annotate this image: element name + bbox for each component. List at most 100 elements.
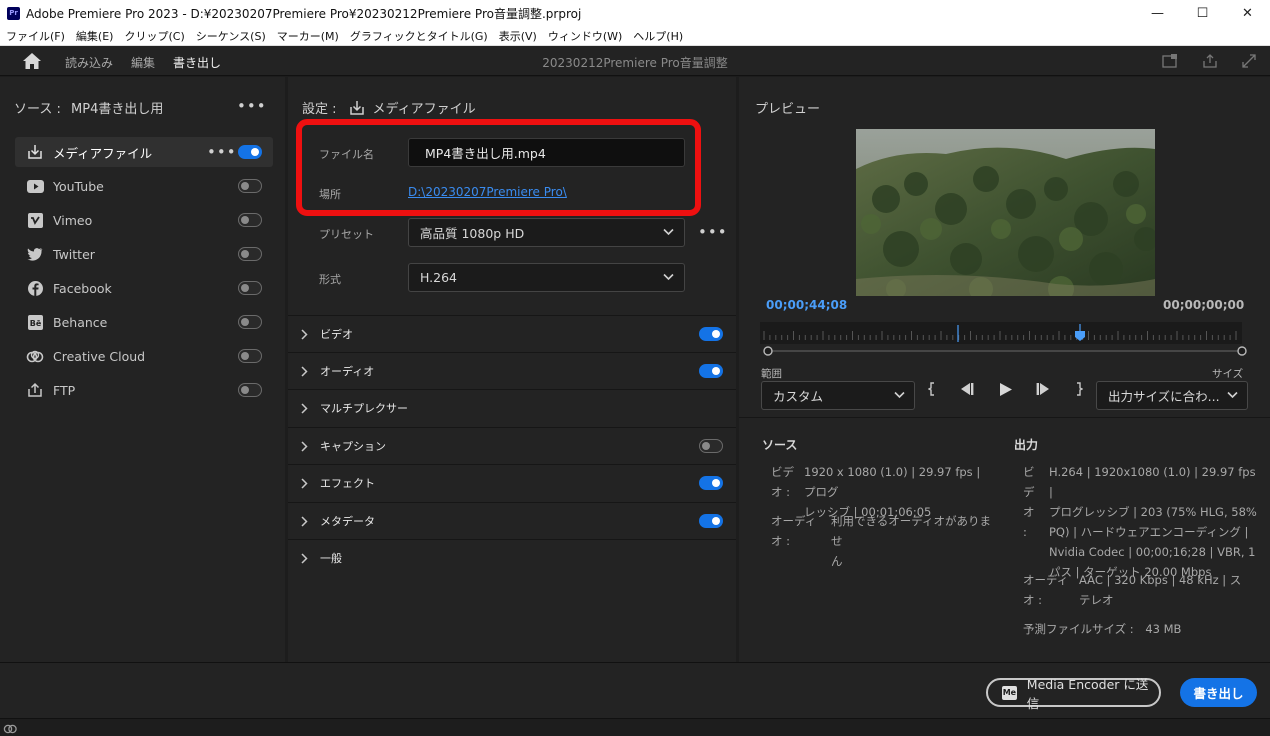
size-select[interactable]: 出力サイズに合わ... — [1096, 381, 1248, 410]
twitter-icon — [26, 246, 44, 262]
section-label: オーディオ — [320, 365, 375, 378]
range-select[interactable]: カスタム — [761, 381, 915, 410]
dest-media-file[interactable]: メディアファイル ••• — [15, 137, 273, 167]
highlight-box — [296, 119, 701, 216]
quick-export-icon[interactable] — [1162, 53, 1178, 69]
chevron-down-icon — [663, 228, 674, 236]
source-more-icon[interactable]: ••• — [237, 99, 267, 114]
timecode-current[interactable]: 00;00;44;08 — [766, 298, 847, 312]
section-label: メタデータ — [320, 515, 375, 528]
section-video[interactable]: ビデオ — [288, 315, 736, 352]
dest-ftp[interactable]: FTP — [15, 375, 273, 405]
dest-toggle[interactable] — [238, 145, 262, 159]
menu-edit[interactable]: 編集(E) — [76, 28, 114, 44]
chevron-right-icon — [301, 440, 313, 452]
media-encoder-icon: Me — [1002, 685, 1017, 700]
close-button[interactable]: ✕ — [1225, 0, 1270, 26]
dest-creative-cloud[interactable]: Creative Cloud — [15, 341, 273, 371]
dest-toggle[interactable] — [238, 315, 262, 329]
dest-youtube[interactable]: YouTube — [15, 171, 273, 201]
chevron-down-icon — [894, 391, 905, 399]
range-value: カスタム — [773, 389, 824, 404]
dest-toggle[interactable] — [238, 247, 262, 261]
section-toggle[interactable] — [699, 364, 723, 378]
source-header: ソース : MP4書き出し用 — [14, 98, 163, 117]
settings-header: 設定 : メディアファイル — [302, 98, 476, 117]
section-effects[interactable]: エフェクト — [288, 464, 736, 501]
range-bar[interactable] — [760, 345, 1250, 357]
section-metadata[interactable]: メタデータ — [288, 502, 736, 539]
step-forward-button[interactable] — [1033, 379, 1053, 399]
filesize-row: 予測ファイルサイズ : 43 MB — [1023, 619, 1263, 639]
format-select[interactable]: H.264 — [408, 263, 685, 292]
section-general[interactable]: 一般 — [288, 539, 736, 576]
fullscreen-icon[interactable] — [1241, 53, 1257, 69]
play-button[interactable] — [996, 379, 1016, 399]
section-label: マルチプレクサー — [320, 402, 408, 415]
chevron-right-icon — [301, 402, 313, 414]
mark-out-button[interactable] — [1072, 379, 1086, 399]
dest-toggle[interactable] — [238, 213, 262, 227]
media-encoder-label: Media Encoder に送信 — [1026, 676, 1149, 711]
svg-text:Bē: Bē — [29, 319, 41, 328]
dest-label: Twitter — [53, 246, 95, 262]
preset-more-icon[interactable]: ••• — [698, 225, 728, 240]
creative-cloud-status-icon[interactable] — [3, 722, 17, 734]
footer-bar: Me Media Encoder に送信 書き出し — [0, 662, 1270, 718]
settings-panel: 設定 : メディアファイル ファイル名 MP4書き出し用.mp4 場所 D:\2… — [288, 77, 736, 662]
dest-toggle[interactable] — [238, 179, 262, 193]
menu-window[interactable]: ウィンドウ(W) — [548, 28, 622, 44]
preset-label: プリセット — [319, 228, 374, 241]
section-captions[interactable]: キャプション — [288, 427, 736, 464]
timecode-end: 00;00;00;00 — [1163, 298, 1245, 312]
dest-label: Vimeo — [53, 212, 93, 228]
title-bar: Pr Adobe Premiere Pro 2023 - D:¥20230207… — [0, 0, 1270, 26]
dest-toggle[interactable] — [238, 383, 262, 397]
source-label: ソース : — [14, 102, 61, 117]
menu-clip[interactable]: クリップ(C) — [124, 28, 184, 44]
timeline-ruler[interactable] — [760, 322, 1242, 344]
dest-vimeo[interactable]: Vimeo — [15, 205, 273, 235]
export-button[interactable]: 書き出し — [1180, 678, 1257, 707]
preview-divider — [739, 417, 1270, 418]
menu-graphics[interactable]: グラフィックとタイトル(G) — [350, 28, 488, 44]
section-toggle[interactable] — [699, 327, 723, 341]
section-multiplexer[interactable]: マルチプレクサー — [288, 389, 736, 426]
source-name: MP4書き出し用 — [71, 102, 164, 117]
output-audio-value: AAC | 320 Kbps | 48 kHz | ス テレオ — [1079, 573, 1242, 607]
menu-marker[interactable]: マーカー(M) — [277, 28, 339, 44]
menu-view[interactable]: 表示(V) — [499, 28, 537, 44]
window-title: Adobe Premiere Pro 2023 - D:¥20230207Pre… — [26, 6, 582, 21]
section-label: 一般 — [320, 552, 342, 565]
share-icon[interactable] — [1202, 53, 1218, 69]
chevron-right-icon — [301, 552, 313, 564]
dest-toggle[interactable] — [238, 281, 262, 295]
menu-help[interactable]: ヘルプ(H) — [633, 28, 683, 44]
dest-more-icon[interactable]: ••• — [207, 145, 237, 160]
section-label: キャプション — [320, 440, 386, 453]
preview-frame — [856, 129, 1155, 296]
mark-in-button[interactable] — [925, 379, 939, 399]
output-video-key: ビ デ オ : — [1023, 465, 1035, 539]
preset-select[interactable]: 高品質 1080p HD — [408, 218, 685, 247]
section-toggle[interactable] — [699, 476, 723, 490]
send-to-media-encoder-button[interactable]: Me Media Encoder に送信 — [986, 677, 1161, 711]
dest-behance[interactable]: Bē Behance — [15, 307, 273, 337]
dest-facebook[interactable]: Facebook — [15, 273, 273, 303]
dest-twitter[interactable]: Twitter — [15, 239, 273, 269]
source-audio-value: 利用できるオーディオがありませ ん — [831, 514, 991, 568]
dest-label: FTP — [53, 382, 76, 398]
preset-value: 高品質 1080p HD — [420, 226, 525, 241]
step-back-button[interactable] — [957, 379, 977, 399]
menu-file[interactable]: ファイル(F) — [6, 28, 65, 44]
menu-sequence[interactable]: シーケンス(S) — [196, 28, 266, 44]
section-toggle[interactable] — [699, 439, 723, 453]
source-video-key: ビデ オ : — [771, 465, 794, 499]
minimize-button[interactable]: — — [1135, 0, 1180, 26]
section-toggle[interactable] — [699, 514, 723, 528]
chevron-right-icon — [301, 477, 313, 489]
maximize-button[interactable]: ☐ — [1180, 0, 1225, 26]
dest-toggle[interactable] — [238, 349, 262, 363]
premiere-app-icon: Pr — [7, 6, 20, 20]
section-audio[interactable]: オーディオ — [288, 352, 736, 389]
